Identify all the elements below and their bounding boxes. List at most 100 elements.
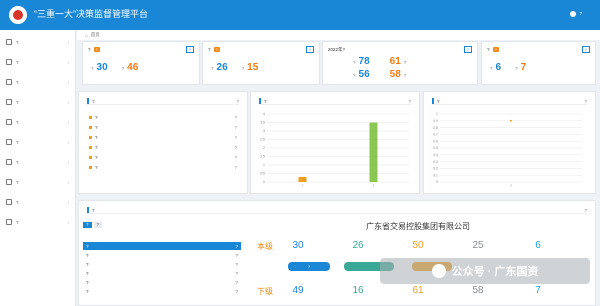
news-date: ?: [234, 134, 237, 140]
stat-value: 15: [247, 62, 259, 73]
stat-title: ?: [487, 47, 490, 52]
stat-label: ?: [121, 66, 125, 71]
sidebar-item-label: ?: [16, 79, 19, 85]
x-tick-label: ?: [302, 184, 304, 188]
menu-item-icon: [6, 199, 12, 205]
sidebar-item-label: ?: [16, 99, 19, 105]
row-name: ?: [86, 270, 89, 276]
sidebar-item-4[interactable]: ? ›: [0, 92, 75, 112]
bullet-icon: [89, 125, 92, 129]
chevron-down-icon: ›: [67, 39, 70, 45]
stat-tag[interactable]: ?: [185, 46, 194, 53]
chevron-down-icon: ›: [67, 199, 70, 205]
row-name: ?: [86, 243, 89, 249]
chevron-down-icon: ›: [67, 119, 70, 125]
breadcrumb-home[interactable]: 首页: [91, 32, 100, 38]
chevron-down-icon: ›: [67, 99, 70, 105]
news-item[interactable]: ??: [89, 124, 237, 130]
y-tick-label: 3.5: [260, 121, 265, 125]
table-row[interactable]: ??: [83, 269, 241, 277]
stat-label: ?: [241, 66, 245, 71]
row-name: ?: [86, 279, 89, 285]
table-tabs: ? ?: [83, 222, 103, 228]
y-tick-label: 0.1: [433, 173, 438, 177]
top-bar: “三重一大”决策监督管理平台 ?: [0, 0, 600, 30]
stat-value: 61: [389, 56, 401, 67]
y-tick-label: 1: [436, 112, 438, 116]
org-title: 广东省交易控股集团有限公司: [366, 222, 470, 231]
sidebar-item-3[interactable]: ? ›: [0, 72, 75, 92]
news-item[interactable]: ??: [89, 114, 237, 120]
breadcrumb: ⌂ 首页: [77, 30, 600, 40]
menu-item-icon: [6, 119, 12, 125]
stat-value: 6: [495, 62, 502, 73]
sidebar-item-6[interactable]: ? ›: [0, 132, 75, 152]
y-tick-label: 1: [263, 163, 265, 167]
tab-2[interactable]: ?: [93, 222, 103, 228]
chevron-down-icon: ›: [67, 59, 70, 65]
stat-value: 46: [127, 62, 139, 73]
menu-item-icon: [6, 59, 12, 65]
stat-label: ?: [91, 66, 94, 71]
org-lower-value: 16: [352, 285, 364, 296]
org-upper-value: 25: [472, 240, 484, 251]
sidebar-item-9[interactable]: ? ›: [0, 192, 75, 212]
table-row[interactable]: ??: [83, 242, 241, 250]
bar: [369, 122, 378, 182]
org-lower-value: 7: [535, 285, 541, 296]
scatter-chart: 0 0.1 0.2 0.3 0.4 0.5 0.6 0.7 0.8 0.9 1?: [433, 112, 582, 188]
table-more-link[interactable]: ?: [584, 208, 587, 213]
stat-tag[interactable]: ?: [305, 46, 314, 53]
row-name: ?: [86, 288, 89, 294]
x-tick-label: ?: [373, 184, 375, 188]
y-tick-label: 0.5: [433, 146, 438, 150]
sidebar-item-label: ?: [16, 59, 19, 65]
stat-badge: ?: [93, 47, 100, 52]
chevron-down-icon: ›: [67, 219, 70, 225]
sidebar-item-10[interactable]: ? ›: [0, 212, 75, 232]
sidebar-item-7[interactable]: ? ›: [0, 152, 75, 172]
app-title: “三重一大”决策监督管理平台: [34, 9, 148, 19]
news-text: ?: [95, 134, 98, 140]
stat-label: ?: [515, 66, 518, 71]
news-panel: ?? ?? ?? ?? ?? ?? ??: [78, 91, 248, 194]
chevron-down-icon: ›: [67, 79, 70, 85]
news-title: ?: [92, 98, 95, 104]
stat-label: ?: [211, 66, 214, 71]
tab-1[interactable]: ?: [83, 222, 92, 228]
sidebar-item-5[interactable]: ? ›: [0, 112, 75, 132]
bullet-icon: [89, 155, 92, 159]
y-tick-label: 3: [263, 129, 265, 133]
y-tick-label: 0.7: [433, 133, 438, 137]
news-item[interactable]: ??: [89, 144, 237, 150]
table-row[interactable]: ??: [83, 278, 241, 286]
user-name: ?: [579, 11, 582, 16]
org-pill-active[interactable]: ?: [288, 262, 330, 271]
news-more-link[interactable]: ?: [236, 99, 239, 104]
sidebar-item-label: ?: [16, 199, 19, 205]
sidebar-item-8[interactable]: ? ›: [0, 172, 75, 192]
stat-label: ?: [353, 73, 356, 78]
news-item[interactable]: ??: [89, 134, 237, 140]
org-upper-value: 50: [412, 240, 424, 251]
bullet-icon: [89, 145, 92, 149]
news-item[interactable]: ??: [89, 154, 237, 160]
sidebar-item-1[interactable]: ? ›: [0, 32, 75, 52]
table-row[interactable]: ??: [83, 251, 241, 259]
level-label-upper: 本级: [257, 242, 273, 251]
table-row[interactable]: ??: [83, 260, 241, 268]
stat-tag[interactable]: ?: [463, 46, 472, 53]
stat-badge: ?: [492, 47, 499, 52]
news-text: ?: [95, 144, 98, 150]
stat-tag[interactable]: ?: [581, 46, 590, 53]
chevron-down-icon: ›: [67, 139, 70, 145]
stat-label: ?: [403, 60, 407, 65]
user-menu[interactable]: ?: [570, 10, 582, 17]
org-upper-value: 6: [535, 240, 541, 251]
sidebar-item-2[interactable]: ? ›: [0, 52, 75, 72]
table-row[interactable]: ??: [83, 287, 241, 295]
row-count: ?: [235, 288, 238, 294]
table-title: ?: [92, 207, 95, 213]
menu-item-icon: [6, 179, 12, 185]
news-item[interactable]: ??: [89, 164, 237, 170]
